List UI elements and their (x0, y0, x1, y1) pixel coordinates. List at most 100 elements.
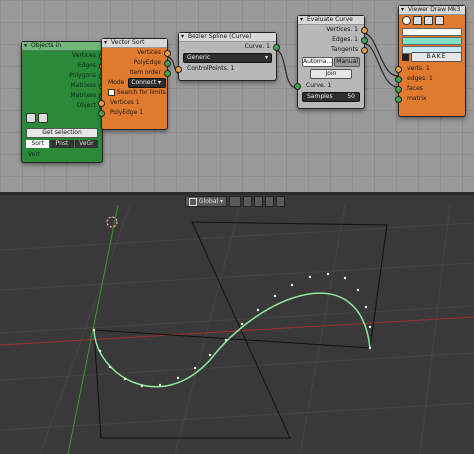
output-matrixes: Matrixes (22, 81, 106, 91)
viewer-color-swatches (402, 28, 462, 54)
snap-target-icon[interactable] (253, 196, 263, 207)
link-icon[interactable] (37, 113, 48, 123)
sort-out-polyedge: PolyEdge (102, 58, 171, 68)
shade-icon[interactable] (434, 16, 444, 25)
get-selection-button[interactable]: Get selection (26, 128, 98, 138)
sort-in-polyedge-socket[interactable] (98, 110, 105, 117)
bezier-mode-dropdown[interactable]: Generic ▾ (183, 53, 272, 63)
eval-vertices-socket[interactable] (361, 27, 368, 34)
eval-out-vertices-label: Vertices. 1 (326, 26, 358, 33)
sort-out-vertices: Vertices (102, 48, 171, 58)
eval-edges-socket[interactable] (361, 37, 368, 44)
viewer-matrix-label: matrix (407, 95, 427, 102)
viewer-in-verts: verts. 1 (395, 64, 465, 74)
sort-in-vertices-label: Vertices 1 (110, 99, 140, 106)
sort-in-polyedge-label: PolyEdge 1 (110, 109, 144, 116)
search-limits-label: Search for limits (116, 89, 166, 96)
bezier-curve-out: Curve. 1 (179, 42, 280, 52)
eval-out-tangents: Tangents (298, 45, 368, 55)
eval-curve-socket[interactable] (294, 83, 301, 90)
bezier-spline-node[interactable]: Bezier Spline (Curve) Curve. 1 Generic▾ … (175, 32, 280, 81)
output-polygons-label: Polygons (69, 72, 96, 79)
link-eval-edges (362, 42, 399, 88)
orientation-dropdown[interactable]: Global ▾ (185, 196, 227, 207)
control-polygon (93, 221, 388, 439)
sort-mode-row: Mode Connect ▾ (102, 78, 167, 88)
bake-toggle-icon[interactable] (402, 53, 409, 61)
pick-icon[interactable] (26, 113, 36, 123)
3d-viewport[interactable]: Global ▾ (0, 195, 474, 454)
proportional-icon[interactable] (264, 196, 274, 207)
search-limits-checkbox[interactable] (108, 89, 115, 96)
evaluate-curve-node[interactable]: Evaluate Curve Vertices. 1 Edges. 1 Tang… (294, 15, 368, 109)
viewer-faces-socket[interactable] (395, 86, 402, 93)
samples-field[interactable]: Samples 50 (302, 92, 360, 102)
sort-out-polyedge-label: PolyEdge (133, 59, 161, 66)
sort-out-item-order: Item order (102, 68, 171, 78)
output-matrixes-2: Matrixes (22, 91, 106, 101)
bezier-curve-socket[interactable] (273, 44, 280, 51)
viewer-edges-label: edges. 1 (407, 75, 433, 82)
3d-cursor-icon[interactable] (106, 216, 118, 228)
viewer-verts-socket[interactable] (395, 66, 402, 73)
sort-in-vertices: Vertices 1 (98, 98, 167, 108)
viewport-canvas (0, 204, 474, 454)
sort-out-item-order-label: Item order (129, 69, 161, 76)
eval-out-edges-label: Edges. 1 (332, 36, 358, 43)
viewer-title: Viewer Draw Mk3 (399, 6, 465, 15)
viewport-header: Global ▾ (185, 196, 285, 207)
bezier-mode-value: Generic (187, 54, 211, 61)
tab-sort[interactable]: Sort (26, 140, 50, 148)
viewer-verts-label: verts. 1 (407, 65, 430, 72)
eval-tangents-socket[interactable] (361, 47, 368, 54)
bake-row: BAKE (402, 52, 462, 62)
output-object-label: Object (76, 102, 96, 109)
pivot-icon[interactable] (228, 196, 241, 207)
floor-grid (0, 204, 474, 454)
viewer-edges-socket[interactable] (395, 76, 402, 83)
eval-out-vertices: Vertices. 1 (298, 25, 368, 35)
viewer-matrix-socket[interactable] (395, 96, 402, 103)
output-object: Object (22, 101, 106, 111)
vector-sort-node[interactable]: Vector Sort Vertices PolyEdge Item order… (98, 38, 171, 130)
mode-dropdown[interactable]: Connect ▾ (128, 78, 167, 88)
objects-in-node[interactable]: Objects in Vertices Edges Polygons Matri… (21, 41, 106, 163)
join-button[interactable]: Join (310, 69, 352, 79)
vertex-color-swatch[interactable] (402, 28, 462, 36)
mode-value: Connect (131, 79, 157, 86)
tab-vegr[interactable]: VeGr (74, 140, 98, 148)
output-edges-label: Edges (77, 62, 96, 69)
tab-pnst[interactable]: Pnst (50, 140, 74, 148)
sort-out-vertices-label: Vertices (137, 49, 161, 56)
automatic-button[interactable]: Automa... (302, 57, 334, 67)
sort-in-vertices-socket[interactable] (98, 100, 105, 107)
output-polygons: Polygons (22, 71, 106, 81)
wire-icon[interactable] (423, 16, 433, 25)
node-editor[interactable]: Objects in Vertices Edges Polygons Matri… (0, 0, 474, 192)
bake-button[interactable]: BAKE (411, 52, 462, 62)
orientation-value: Global (198, 198, 219, 205)
axis-icon (189, 197, 197, 206)
viewer-in-edges: edges. 1 (395, 74, 465, 84)
manual-button[interactable]: Manual (334, 57, 360, 67)
snap-icon[interactable] (242, 196, 252, 207)
viewer-draw-node[interactable]: Viewer Draw Mk3 BAKE verts. 1 edges. 1 f… (395, 5, 466, 117)
overlay-icon[interactable] (275, 196, 285, 207)
control-points-label: ControlPoints. 1 (187, 65, 235, 72)
sort-item-order-socket[interactable] (164, 70, 171, 77)
output-edges: Edges (22, 61, 106, 71)
viewer-in-matrix: matrix (395, 94, 465, 104)
eval-out-edges: Edges. 1 (298, 35, 368, 45)
select-icon[interactable] (412, 16, 422, 25)
samples-label: Samples (307, 93, 333, 100)
output-matrixes-2-label: Matrixes (70, 92, 96, 99)
sort-vertices-socket[interactable] (164, 50, 171, 57)
vector-sort-title: Vector Sort (102, 39, 167, 48)
edge-color-swatch[interactable] (402, 37, 462, 45)
sort-polyedge-socket[interactable] (164, 60, 171, 67)
control-points-socket[interactable] (175, 66, 182, 73)
eye-icon[interactable] (402, 16, 411, 25)
output-vertices-label: Vertices (72, 52, 96, 59)
output-vertices: Vertices (22, 51, 106, 61)
sort-in-polyedge: PolyEdge 1 (98, 108, 167, 118)
